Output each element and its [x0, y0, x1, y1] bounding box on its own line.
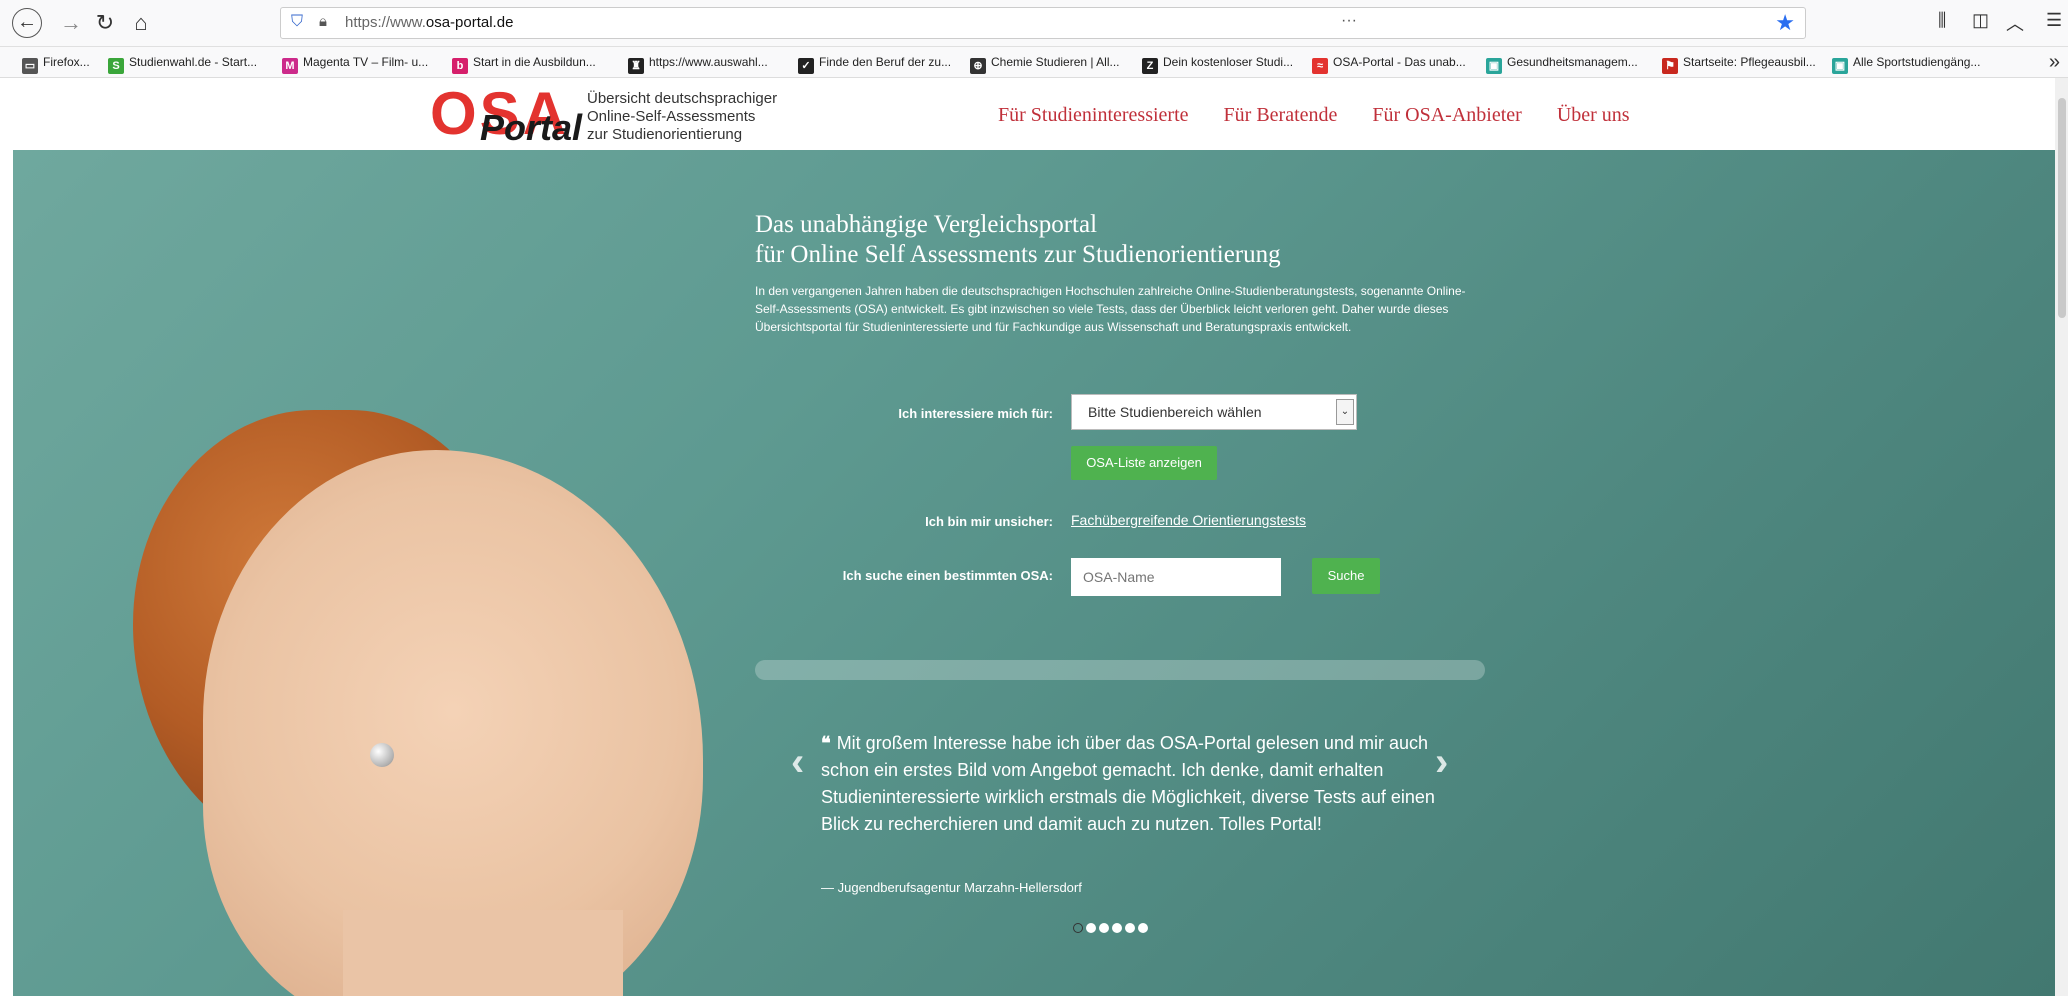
- shield-icon[interactable]: ⛉: [291, 13, 303, 31]
- scrollbar-thumb[interactable]: [2058, 98, 2066, 318]
- bookmark-label: Alle Sportstudiengäng...: [1853, 55, 1981, 69]
- logo-portal[interactable]: Portal: [480, 110, 582, 146]
- menu-icon[interactable]: ☰: [2046, 10, 2062, 31]
- lock-icon[interactable]: 🔒︎: [319, 13, 327, 30]
- back-arrow-icon[interactable]: ←: [12, 8, 42, 38]
- hero-section: Das unabhängige Vergleichsportal für Onl…: [13, 150, 2068, 996]
- quote-icon: ❝: [821, 733, 831, 753]
- bookmark-item[interactable]: ▭ Firefox...: [22, 55, 90, 74]
- url-text[interactable]: https://www.osa-portal.de: [345, 14, 513, 31]
- library-icon[interactable]: ⫼: [1938, 10, 1946, 31]
- carousel-dots: [1073, 920, 1151, 938]
- url-bar[interactable]: ⛉ 🔒︎ https://www.osa-portal.de ··· ★: [280, 7, 1806, 39]
- bookmark-item[interactable]: S Studienwahl.de - Start...: [108, 55, 257, 74]
- bookmark-label: Start in die Ausbildun...: [473, 55, 596, 69]
- bookmark-label: https://www.auswahl...: [649, 55, 768, 69]
- bookmark-label: Studienwahl.de - Start...: [129, 55, 258, 69]
- forward-arrow-icon[interactable]: →: [56, 8, 86, 38]
- nav-beratende[interactable]: Für Beratende: [1224, 104, 1338, 126]
- chevron-down-icon[interactable]: ⌄: [1336, 399, 1354, 425]
- bookmark-label: Firefox...: [43, 55, 90, 69]
- bookmark-item[interactable]: Z Dein kostenloser Studi...: [1142, 55, 1293, 74]
- general-orientation-tests-link[interactable]: Fachübergreifende Orientierungstests: [1071, 512, 1306, 528]
- bookmark-label: Startseite: Pflegeausbil...: [1683, 55, 1816, 69]
- hero-title-line: Das unabhängige Vergleichsportal: [755, 211, 1098, 238]
- bookmark-item[interactable]: b Start in die Ausbildun...: [452, 55, 596, 74]
- bookmark-item[interactable]: ≈ OSA-Portal - Das unab...: [1312, 55, 1466, 74]
- carousel-prev-icon[interactable]: ‹: [791, 740, 804, 785]
- page-actions-icon[interactable]: ···: [1341, 12, 1761, 30]
- page-scrollbar[interactable]: [2055, 78, 2068, 996]
- z-icon: Z: [1142, 58, 1158, 74]
- reload-icon[interactable]: ↻: [90, 8, 120, 38]
- globe-icon: ⊕: [970, 58, 986, 74]
- logo-tagline: Übersicht deutschsprachiger Online-Self-…: [587, 90, 777, 144]
- hero-title: Das unabhängige Vergleichsportal für Onl…: [755, 210, 1281, 270]
- browser-toolbar: ← → ↻ ⌂ ⛉ 🔒︎ https://www.osa-portal.de ·…: [0, 0, 2068, 47]
- hero-title-line: für Online Self Assessments zur Studieno…: [755, 241, 1281, 268]
- swoosh-icon: ✓: [798, 58, 814, 74]
- carousel-progress-bar: [755, 660, 1485, 680]
- study-area-select-value[interactable]: Bitte Studienbereich wählen: [1088, 404, 1262, 420]
- chevron-up-icon[interactable]: ︿: [2006, 10, 2024, 36]
- carousel-dot[interactable]: [1125, 923, 1135, 933]
- testimonial-quote: ❝ Mit großem Interesse habe ich über das …: [821, 730, 1441, 838]
- site-header: OSA Portal Übersicht deutschsprachiger O…: [0, 78, 2068, 150]
- search-label: Ich suche einen bestimmten OSA:: [842, 568, 1053, 583]
- bookmark-label: OSA-Portal - Das unab...: [1333, 55, 1466, 69]
- bookmark-label: Gesundheitsmanagem...: [1507, 55, 1638, 69]
- bookmarks-toolbar: » ▭ Firefox... S Studienwahl.de - Start... M…: [0, 47, 2068, 78]
- tagline-line: Online-Self-Assessments: [587, 108, 756, 125]
- bookmark-label: Dein kostenloser Studi...: [1163, 55, 1294, 69]
- page-margin: [0, 150, 13, 996]
- bookmark-label: Magenta TV – Film- u...: [303, 55, 429, 69]
- hero-woman-neck: [343, 910, 623, 996]
- bookmark-label: Chemie Studieren | All...: [991, 55, 1120, 69]
- unsure-label: Ich bin mir unsicher:: [925, 514, 1053, 529]
- b-icon: b: [452, 58, 468, 74]
- flag-icon: ⚑: [1662, 58, 1678, 74]
- folder-icon: ▭: [22, 58, 38, 74]
- bookmark-item[interactable]: ♜ https://www.auswahl...: [628, 55, 768, 74]
- carousel-dot[interactable]: [1099, 923, 1109, 933]
- sport-icon: ▣: [1832, 58, 1848, 74]
- nav-studieninteressierte[interactable]: Für Studieninteressierte: [998, 104, 1189, 126]
- bookmark-item[interactable]: ✓ Finde den Beruf der zu...: [798, 55, 951, 74]
- carousel-dot[interactable]: [1138, 923, 1148, 933]
- bookmark-item[interactable]: M Magenta TV – Film- u...: [282, 55, 428, 74]
- show-osa-list-button[interactable]: OSA-Liste anzeigen: [1071, 446, 1217, 480]
- bookmark-star-icon[interactable]: ★: [1775, 10, 1795, 36]
- person-icon: ♜: [628, 58, 644, 74]
- bookmark-item[interactable]: ▣ Alle Sportstudiengäng...: [1832, 55, 1980, 74]
- bookmark-item[interactable]: ▣ Gesundheitsmanagem...: [1486, 55, 1638, 74]
- search-button[interactable]: Suche: [1312, 558, 1380, 594]
- bookmark-item[interactable]: ⚑ Startseite: Pflegeausbil...: [1662, 55, 1816, 74]
- bookmark-label: Finde den Beruf der zu...: [819, 55, 952, 69]
- interest-label: Ich interessiere mich für:: [898, 406, 1053, 421]
- testimonial-source: — Jugendberufsagentur Marzahn-Hellersdor…: [821, 880, 1082, 895]
- s-icon: S: [108, 58, 124, 74]
- tagline-line: zur Studienorientierung: [587, 126, 743, 143]
- study-area-select[interactable]: Bitte Studienbereich wählen ⌄: [1071, 394, 1357, 430]
- carousel-dot[interactable]: [1073, 923, 1083, 933]
- bookmark-item[interactable]: ⊕ Chemie Studieren | All...: [970, 55, 1120, 74]
- carousel-dot[interactable]: [1086, 923, 1096, 933]
- nav-osa-anbieter[interactable]: Für OSA-Anbieter: [1372, 104, 1521, 126]
- osa-icon: ≈: [1312, 58, 1328, 74]
- earring: [370, 743, 394, 767]
- testimonial-text: Mit großem Interesse habe ich über das O…: [821, 733, 1435, 834]
- nav-ueber-uns[interactable]: Über uns: [1557, 104, 1630, 126]
- home-icon[interactable]: ⌂: [126, 8, 156, 38]
- tagline-line: Übersicht deutschsprachiger: [587, 90, 778, 107]
- chevron-more-icon[interactable]: »: [2049, 51, 2060, 74]
- main-navigation: Für Studieninteressierte Für Beratende F…: [998, 104, 1660, 127]
- osa-name-search-input[interactable]: [1071, 558, 1281, 596]
- carousel-dot[interactable]: [1112, 923, 1122, 933]
- sidebar-icon[interactable]: ◫: [1972, 10, 1989, 31]
- m-icon: M: [282, 58, 298, 74]
- hero-intro-text: In den vergangenen Jahren haben die deut…: [755, 284, 1466, 334]
- health-icon: ▣: [1486, 58, 1502, 74]
